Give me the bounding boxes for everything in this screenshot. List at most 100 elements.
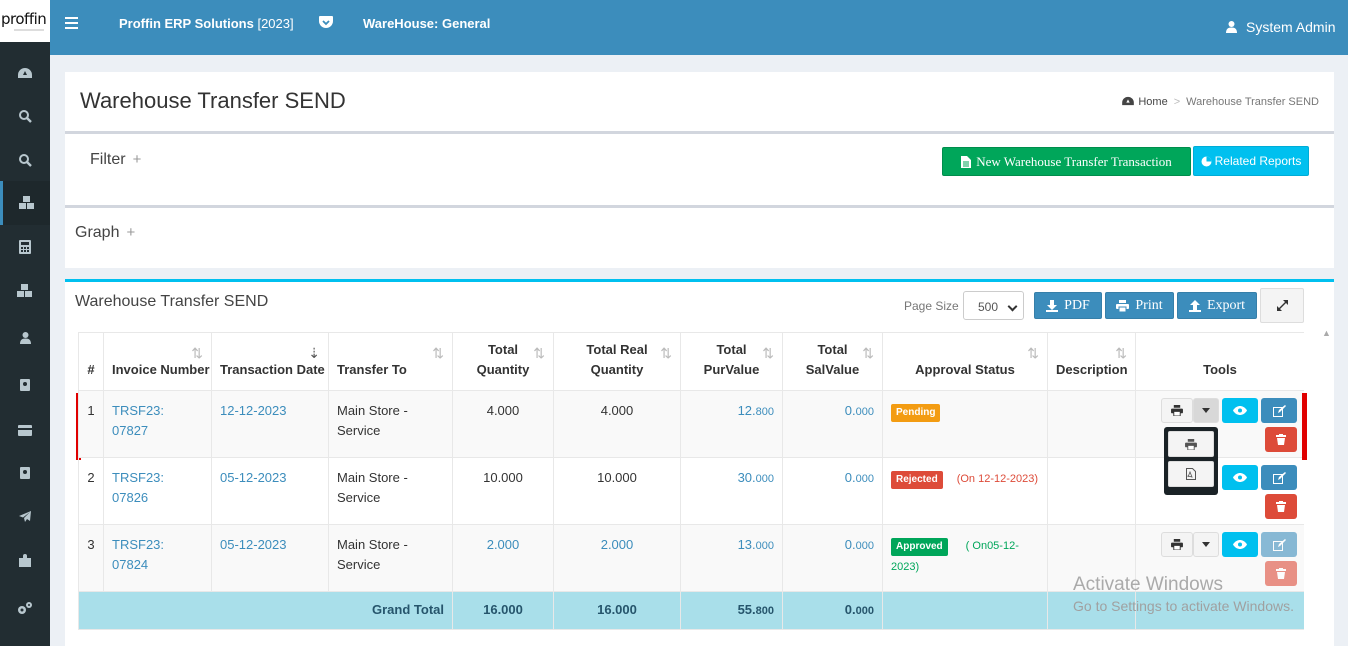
approval-cell: Pending [882,390,1048,458]
row-print-button[interactable] [1161,398,1193,423]
col-total-qty[interactable]: Total Quantity ⇅ [452,332,554,391]
col-date-label: Transaction Date [220,362,325,377]
sort-icon[interactable]: ⇅ [862,343,874,363]
sort-icon[interactable]: ⇅ [533,343,545,363]
status-badge: Pending [891,404,941,422]
grand-total-qty: 16.000 [452,591,554,630]
col-invoice[interactable]: Invoice Number ⇅ [103,332,212,391]
edit-icon [1272,538,1286,551]
row-view-button[interactable] [1222,398,1258,423]
sort-icon[interactable]: ⇅ [1027,343,1039,363]
sal-value-int: 0. [844,537,856,552]
logo[interactable]: proffin [0,0,50,42]
table-row[interactable]: 1 TRSF23: 07827 12-12-2023 Main Store - … [78,390,1304,458]
sidebar [0,42,50,646]
search-icon[interactable] [0,94,50,138]
sort-icon[interactable]: ⇅ [762,343,774,363]
row-print-button[interactable] [1161,532,1193,557]
col-transfer-to[interactable]: Transfer To ⇅ [328,332,453,391]
warehouse-label[interactable]: WareHouse: General [363,16,490,31]
pur-value[interactable]: 13.000 [680,524,783,592]
sort-icon[interactable]: ⇅ [1115,343,1127,363]
dropdown-print-item[interactable] [1168,431,1214,457]
grand-total-pur: 55.800 [680,591,783,630]
status-badge: Rejected [891,471,943,489]
breadcrumb-current: Warehouse Transfer SEND [1186,96,1319,108]
new-transaction-button[interactable]: New Warehouse Transfer Transaction [942,147,1191,176]
col-date[interactable]: Transaction Date ⇣ [211,332,329,391]
sal-value[interactable]: 0.000 [782,524,883,592]
id-card-icon[interactable] [0,363,50,407]
row-dropdown-toggle[interactable] [1193,398,1219,423]
credit-card-icon[interactable] [0,408,50,452]
sort-icon[interactable]: ⇅ [191,343,203,363]
date-link[interactable]: 05-12-2023 [220,537,287,552]
page-size-select[interactable]: 500 [963,291,1024,320]
sal-value[interactable]: 0.000 [782,390,883,458]
row-num: 2 [78,457,104,525]
sort-icon[interactable]: ⇅ [660,343,672,363]
pie-chart-icon [1201,156,1212,166]
dashboard-icon[interactable] [0,51,50,95]
id-card-icon[interactable] [0,451,50,495]
row-edit-button[interactable] [1261,398,1297,423]
status-note: (On 12-12-2023) [956,473,1039,485]
print-button[interactable]: Print [1105,292,1174,319]
user-menu[interactable]: System Admin [1226,19,1335,35]
filter-toggle[interactable]: Filter + [90,151,141,169]
app-title[interactable]: Proffin ERP Solutions [2023] [119,16,294,31]
dropdown-pdf-item[interactable] [1168,461,1214,487]
cubes-icon[interactable] [0,269,50,313]
pur-value[interactable]: 30.000 [680,457,783,525]
invoice-link[interactable]: TRSF23: 07824 [112,537,164,572]
date-link[interactable]: 12-12-2023 [220,403,287,418]
row-delete-button[interactable] [1265,494,1297,519]
caret-down-icon [1202,408,1210,413]
export-button[interactable]: Export [1177,292,1257,319]
breadcrumb-home[interactable]: Home [1138,96,1167,108]
fullscreen-button[interactable] [1260,288,1304,323]
edit-icon [1272,471,1286,484]
cogs-icon[interactable] [0,586,50,630]
graph-toggle[interactable]: Graph + [75,224,135,242]
sort-desc-icon[interactable]: ⇣ [308,343,320,363]
sort-icon[interactable]: ⇅ [432,343,444,363]
row-view-button[interactable] [1222,465,1258,490]
sal-value[interactable]: 0.000 [782,457,883,525]
related-reports-button[interactable]: Related Reports [1193,146,1309,176]
invoice-link[interactable]: TRSF23: 07826 [112,470,164,505]
grand-total-sal-int: 0. [844,602,856,617]
row-delete-button[interactable] [1265,427,1297,452]
puzzle-icon[interactable] [0,538,50,582]
row-dropdown-toggle[interactable] [1193,532,1219,557]
upload-icon [1188,299,1201,312]
calculator-icon[interactable] [0,225,50,269]
pocket-icon[interactable] [319,16,333,29]
col-total-real-qty[interactable]: Total Real Quantity ⇅ [553,332,681,391]
table-row[interactable]: 2 TRSF23: 07826 05-12-2023 Main Store - … [78,457,1304,525]
scroll-up-arrow[interactable]: ▲ [1322,328,1331,338]
total-real-qty[interactable]: 2.000 [553,524,681,592]
cubes-icon[interactable] [0,181,50,225]
user-icon[interactable] [0,316,50,360]
pdf-button[interactable]: PDF [1034,292,1102,319]
hamburger-menu-icon[interactable] [65,17,78,29]
col-description[interactable]: Description ⇅ [1047,332,1136,391]
date-link[interactable]: 05-12-2023 [220,470,287,485]
total-qty[interactable]: 2.000 [452,524,554,592]
col-sal-value[interactable]: Total SalValue ⇅ [782,332,883,391]
row-edit-button[interactable] [1261,465,1297,490]
invoice-link[interactable]: TRSF23: 07827 [112,403,164,438]
row-view-button[interactable] [1222,532,1258,557]
print-icon [1185,438,1197,450]
pur-value[interactable]: 12.800 [680,390,783,458]
pur-value-int: 30. [737,470,756,485]
table-title: Warehouse Transfer SEND [75,293,269,310]
download-icon [1046,299,1059,312]
row-edit-button[interactable] [1261,532,1297,557]
col-approval[interactable]: Approval Status ⇅ [882,332,1048,391]
edit-icon [1272,404,1286,417]
col-pur-value[interactable]: Total PurValue ⇅ [680,332,783,391]
plane-icon[interactable] [0,494,50,538]
search-icon[interactable] [0,138,50,182]
